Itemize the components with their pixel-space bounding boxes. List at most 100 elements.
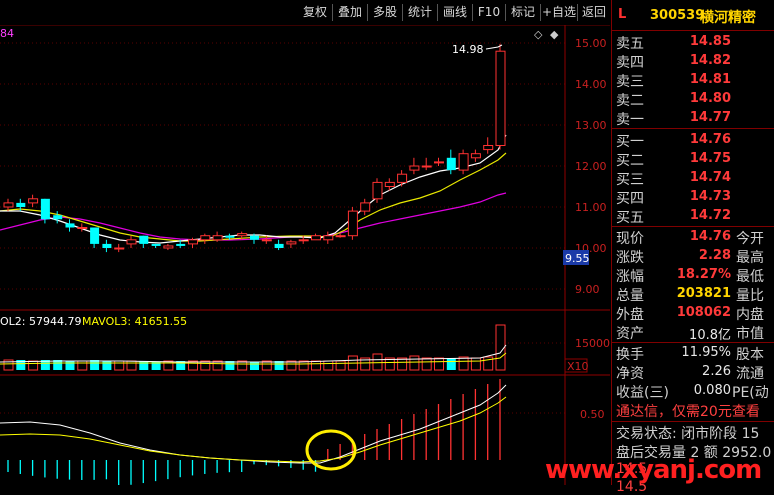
candle-body bbox=[384, 181, 395, 187]
stats-row: 净资 2.26 流通 bbox=[612, 362, 774, 382]
quote-value: 18.27% bbox=[676, 267, 731, 282]
volume-bar bbox=[77, 360, 88, 371]
candle-body bbox=[225, 235, 235, 238]
volume-unit: X10 bbox=[567, 360, 589, 373]
candle-body bbox=[53, 215, 63, 220]
toolbar-fuquan-button[interactable]: 复权 bbox=[298, 3, 332, 22]
candle-body bbox=[397, 173, 408, 183]
order-book-row[interactable]: 卖二 14.80 bbox=[612, 89, 774, 109]
candle-body bbox=[261, 239, 272, 242]
candle-body bbox=[458, 153, 469, 171]
candle-body bbox=[372, 181, 383, 200]
order-book-row[interactable]: 买三 14.74 bbox=[612, 168, 774, 188]
candle-body bbox=[323, 235, 334, 241]
quote-value: 203821 bbox=[676, 286, 731, 301]
candle-body bbox=[446, 157, 456, 171]
quote-label-secondary: 内盘 bbox=[736, 307, 764, 323]
market-flag: L bbox=[618, 7, 627, 22]
order-level-price: 14.77 bbox=[689, 110, 731, 125]
quote-label: 资产 bbox=[616, 326, 644, 342]
candle-body bbox=[90, 227, 100, 244]
candle-body bbox=[483, 145, 494, 151]
volume-bar bbox=[311, 360, 321, 371]
candle-body bbox=[212, 235, 223, 241]
quote-label: 涨幅 bbox=[616, 269, 644, 285]
stats-value: 2.26 bbox=[702, 364, 731, 379]
quote-value: 108062 bbox=[676, 305, 731, 320]
divider bbox=[612, 30, 774, 31]
toolbar-multi-stock-button[interactable]: 多股 bbox=[368, 3, 402, 22]
order-book-row[interactable]: 买五 14.72 bbox=[612, 206, 774, 226]
toolbar-stats-button[interactable]: 统计 bbox=[403, 3, 437, 22]
stock-code: 300539 bbox=[650, 8, 705, 23]
candle-body bbox=[40, 198, 50, 220]
quote-label-secondary: 最低 bbox=[736, 269, 764, 285]
indicator-line-white bbox=[0, 384, 507, 464]
order-level-price: 14.81 bbox=[689, 72, 731, 87]
kline-chart[interactable]: 84 ◇ ◆ 15.00 14.00 13.00 12.00 11.00 10.… bbox=[0, 25, 610, 485]
candle-body bbox=[237, 233, 248, 237]
volume-bar bbox=[446, 358, 456, 370]
quote-label: 总量 bbox=[616, 288, 644, 304]
candle-body bbox=[200, 235, 211, 241]
order-level-label: 卖一 bbox=[616, 112, 644, 128]
order-book-row[interactable]: 买二 14.75 bbox=[612, 149, 774, 169]
order-book-row[interactable]: 买一 14.76 bbox=[612, 130, 774, 150]
trade-status: 交易状态: 闭市阶段 15 bbox=[616, 426, 760, 442]
candle-body bbox=[298, 239, 309, 242]
volume-bar bbox=[434, 357, 444, 371]
diamond-filled-icon: ◆ bbox=[550, 28, 559, 41]
candle-body bbox=[28, 198, 39, 204]
toolbar-mark-button[interactable]: 标记 bbox=[506, 3, 540, 22]
order-book-row[interactable]: 卖三 14.81 bbox=[612, 70, 774, 90]
toolbar-f10-button[interactable]: F10 bbox=[473, 3, 505, 22]
stats-label: 净资 bbox=[616, 366, 644, 382]
candle-body bbox=[286, 241, 297, 245]
high-price-label: 14.98 bbox=[452, 43, 484, 56]
toolbar-draw-line-button[interactable]: 画线 bbox=[438, 3, 472, 22]
stats-label-secondary: 流通 bbox=[736, 366, 764, 382]
diamond-icon: ◇ bbox=[534, 28, 543, 41]
order-book-row[interactable]: 买四 14.73 bbox=[612, 187, 774, 207]
candle-body bbox=[335, 235, 346, 238]
volume-bar bbox=[102, 361, 112, 370]
order-level-price: 14.72 bbox=[689, 208, 731, 223]
volume-bar bbox=[458, 356, 469, 371]
quote-label-secondary: 市值 bbox=[736, 326, 764, 342]
order-book-row[interactable]: 卖四 14.82 bbox=[612, 51, 774, 71]
stats-row: 换手 11.95% 股本 bbox=[612, 343, 774, 363]
candle-body bbox=[434, 161, 444, 164]
candle-body bbox=[409, 165, 420, 171]
order-book-row[interactable]: 卖五 14.85 bbox=[612, 32, 774, 52]
ma5-line bbox=[0, 134, 507, 244]
toolbar-back-button[interactable]: 返回 bbox=[578, 3, 610, 22]
candle-body bbox=[347, 210, 358, 237]
promo-banner[interactable]: 通达信，仅需20元查看 bbox=[612, 399, 774, 421]
price-tick: 9.00 bbox=[575, 283, 600, 296]
quote-label: 现价 bbox=[616, 231, 644, 247]
quote-row: 外盘 108062 内盘 bbox=[612, 303, 774, 323]
volume-bar bbox=[421, 357, 432, 371]
current-price-tag: 9.55 bbox=[565, 252, 590, 265]
volume-bar bbox=[139, 361, 149, 370]
volume-legend-b: MAVOL3: 41651.55 bbox=[82, 315, 187, 328]
quote-row: 涨跌 2.28 最高 bbox=[612, 246, 774, 266]
candle-body bbox=[102, 243, 112, 248]
order-level-price: 14.82 bbox=[689, 53, 731, 68]
toolbar-overlay-button[interactable]: 叠加 bbox=[333, 3, 367, 22]
volume-bar bbox=[250, 362, 259, 370]
price-tick: 12.00 bbox=[575, 160, 607, 173]
quote-value: 14.76 bbox=[689, 229, 731, 244]
order-book-row[interactable]: 卖一 14.77 bbox=[612, 108, 774, 128]
candle-body bbox=[16, 202, 26, 207]
volume-bar bbox=[323, 360, 334, 371]
candle-body bbox=[163, 245, 174, 249]
candle-body bbox=[176, 243, 186, 246]
candle-body bbox=[3, 202, 14, 208]
price-tick: 15.00 bbox=[575, 37, 607, 50]
promo-text[interactable]: 通达信，仅需20元查看 bbox=[616, 401, 760, 421]
candle-body bbox=[360, 202, 371, 212]
toolbar-add-watchlist-button[interactable]: +自选 bbox=[541, 3, 577, 22]
stats-label-secondary: 股本 bbox=[736, 347, 764, 363]
candle-body bbox=[250, 235, 259, 240]
